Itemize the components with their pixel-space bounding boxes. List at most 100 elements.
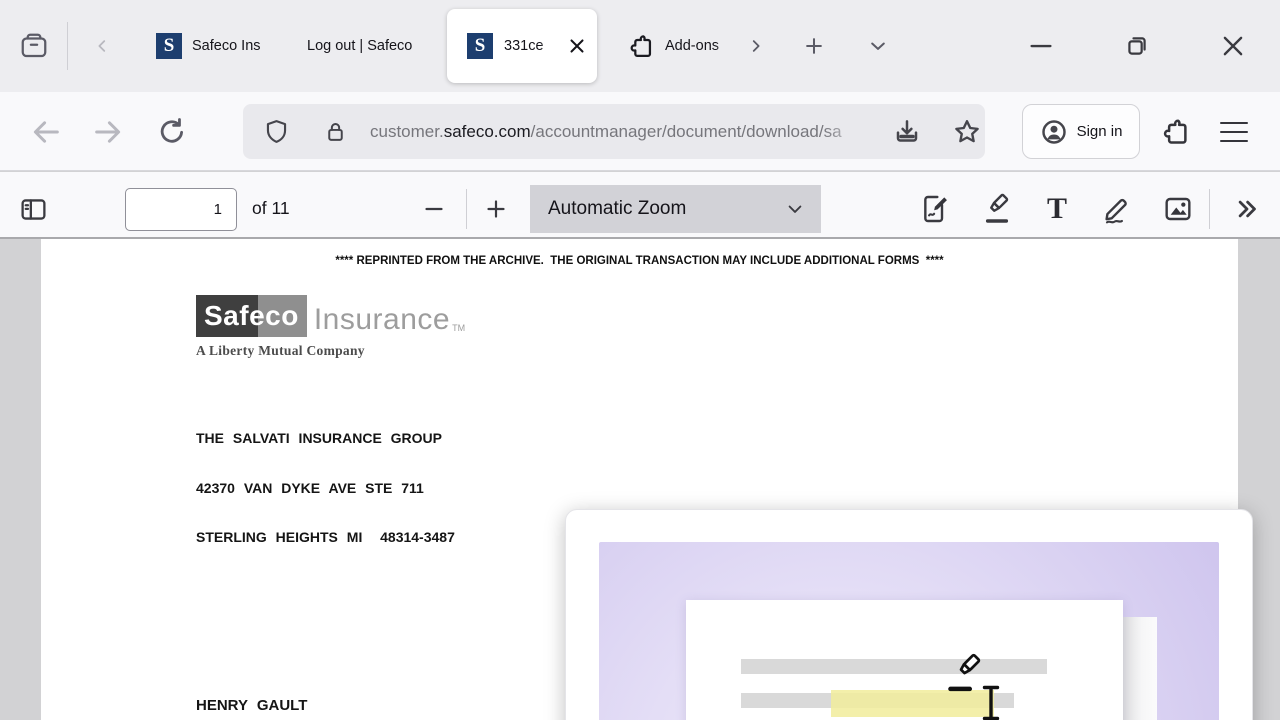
star-icon: [952, 117, 982, 147]
forward-arrow-icon: [91, 115, 125, 149]
hamburger-icon: [1220, 121, 1248, 143]
illustration-document-page: [686, 600, 1123, 720]
extensions-button[interactable]: [1156, 112, 1196, 152]
agency-address-block: THE SALVATI INSURANCE GROUP 42370 VAN DY…: [196, 397, 455, 579]
lock-icon[interactable]: [323, 119, 348, 144]
highlighter-icon: [981, 193, 1013, 225]
image-tool-button[interactable]: [1155, 187, 1201, 231]
account-icon: [1040, 118, 1068, 146]
download-icon: [892, 117, 922, 147]
pdf-viewer-area[interactable]: **** REPRINTED FROM THE ARCHIVE. THE ORI…: [0, 239, 1280, 720]
pencil-icon: [1101, 193, 1133, 225]
tab-safeco-insurance[interactable]: S Safeco Ins: [136, 8, 294, 84]
url-subdomain: customer.: [370, 121, 444, 141]
window-minimize-button[interactable]: [1013, 18, 1069, 74]
list-all-tabs-button[interactable]: [860, 28, 896, 64]
puzzle-icon: [1161, 117, 1191, 147]
zoom-out-button[interactable]: [416, 191, 452, 227]
zoom-level-value: Automatic Zoom: [548, 198, 687, 219]
tab-document-active[interactable]: S 331ce: [447, 9, 597, 83]
plus-icon: [484, 197, 508, 221]
illustration-back-page: [1123, 617, 1157, 720]
url-bar[interactable]: customer.safeco.com/accountmanager/docum…: [243, 104, 985, 159]
chevron-down-icon: [868, 36, 888, 56]
insured-line: HENRY GAULT: [196, 697, 308, 714]
more-tools-button[interactable]: [1224, 189, 1270, 229]
signature-icon: [920, 193, 952, 225]
close-icon: [566, 35, 588, 57]
tab-bar: S Safeco Ins Log out | Safeco S 331ce Ad…: [0, 0, 1280, 92]
image-icon: [1162, 193, 1194, 225]
sign-in-label: Sign in: [1076, 123, 1123, 140]
double-chevron-right-icon: [1232, 194, 1262, 224]
liberty-mutual-tagline: A Liberty Mutual Company: [196, 343, 365, 358]
firefox-view-icon: [19, 31, 49, 61]
url-domain: safeco.com: [443, 121, 531, 141]
trademark-label: TM: [452, 323, 466, 333]
app-menu-button[interactable]: [1212, 112, 1256, 152]
url-path: /accountmanager/document/download/sa: [530, 121, 842, 141]
tab-title: 331ce: [504, 38, 544, 54]
new-tab-button[interactable]: [796, 28, 832, 64]
safeco-favicon: S: [467, 33, 493, 59]
signature-tool-button[interactable]: [913, 187, 959, 231]
toolbar-divider: [1209, 189, 1210, 229]
download-page-button[interactable]: [889, 114, 925, 150]
tab-title: Log out | Safeco: [307, 38, 413, 54]
page-number-input[interactable]: [125, 188, 237, 231]
text-cursor-ibeam-icon: [980, 684, 1002, 720]
agency-line: STERLING HEIGHTS MI 48314-3487: [196, 529, 455, 545]
text-tool-button[interactable]: T: [1034, 187, 1080, 231]
minimize-icon: [1026, 31, 1056, 61]
navigation-toolbar: customer.safeco.com/accountmanager/docum…: [0, 92, 1280, 171]
zoom-in-button[interactable]: [478, 191, 514, 227]
promo-illustration: [599, 542, 1219, 720]
tracking-shield-icon[interactable]: [263, 118, 290, 145]
pdf-viewer-toolbar: of 11 Automatic Zoom: [0, 172, 1280, 239]
tabbar-divider: [67, 22, 68, 70]
restore-icon: [1123, 32, 1151, 60]
toolbar-divider: [466, 189, 467, 229]
toggle-sidebar-button[interactable]: [12, 190, 54, 228]
scroll-tabs-right-button[interactable]: [738, 28, 774, 64]
safeco-logo-word: Insurance: [313, 303, 451, 336]
page-count-label: of 11: [252, 198, 290, 218]
draw-tool-button[interactable]: [1094, 187, 1140, 231]
reload-icon: [156, 116, 188, 148]
plus-icon: [803, 35, 825, 57]
back-button[interactable]: [26, 112, 66, 152]
back-arrow-icon: [29, 115, 63, 149]
safeco-logo-box: Safeco: [196, 295, 307, 337]
close-icon: [1218, 31, 1248, 61]
safeco-logo: Safeco Insurance TM: [196, 295, 465, 337]
bookmark-star-button[interactable]: [949, 114, 985, 150]
url-text: customer.safeco.com/accountmanager/docum…: [370, 122, 873, 142]
minus-icon: [422, 197, 446, 221]
highlighter-tool-button[interactable]: [974, 187, 1020, 231]
text-placeholder-bar: [741, 659, 1047, 674]
zoom-level-select[interactable]: Automatic Zoom: [530, 185, 821, 233]
text-icon: T: [1046, 192, 1067, 225]
firefox-view-button[interactable]: [8, 20, 60, 72]
sign-in-button[interactable]: Sign in: [1022, 104, 1140, 159]
window-restore-button[interactable]: [1109, 18, 1165, 74]
puzzle-icon: [628, 33, 655, 60]
tab-logout-safeco[interactable]: Log out | Safeco: [294, 8, 440, 84]
tab-close-button[interactable]: [564, 33, 590, 59]
insured-address-block: HENRY GAULT 33716 OTTO AVE FRASER MI 480…: [196, 658, 382, 720]
chevron-right-icon: [747, 37, 765, 55]
agency-line: THE SALVATI INSURANCE GROUP: [196, 430, 443, 446]
reload-button[interactable]: [152, 112, 192, 152]
forward-button[interactable]: [88, 112, 128, 152]
tab-addons[interactable]: Add-ons: [612, 8, 730, 84]
sidebar-icon: [19, 195, 48, 224]
window-close-button[interactable]: [1205, 18, 1261, 74]
agency-line: 42370 VAN DYKE AVE STE 711: [196, 479, 424, 496]
safeco-favicon: S: [156, 33, 182, 59]
chevron-down-icon: [788, 205, 802, 213]
tab-title: Safeco Ins: [192, 38, 261, 54]
pdf-editing-promo-popup[interactable]: [565, 509, 1253, 720]
scroll-tabs-left-button[interactable]: [84, 28, 120, 64]
archive-notice-text: **** REPRINTED FROM THE ARCHIVE. THE ORI…: [335, 255, 944, 267]
chevron-left-icon: [93, 37, 111, 55]
